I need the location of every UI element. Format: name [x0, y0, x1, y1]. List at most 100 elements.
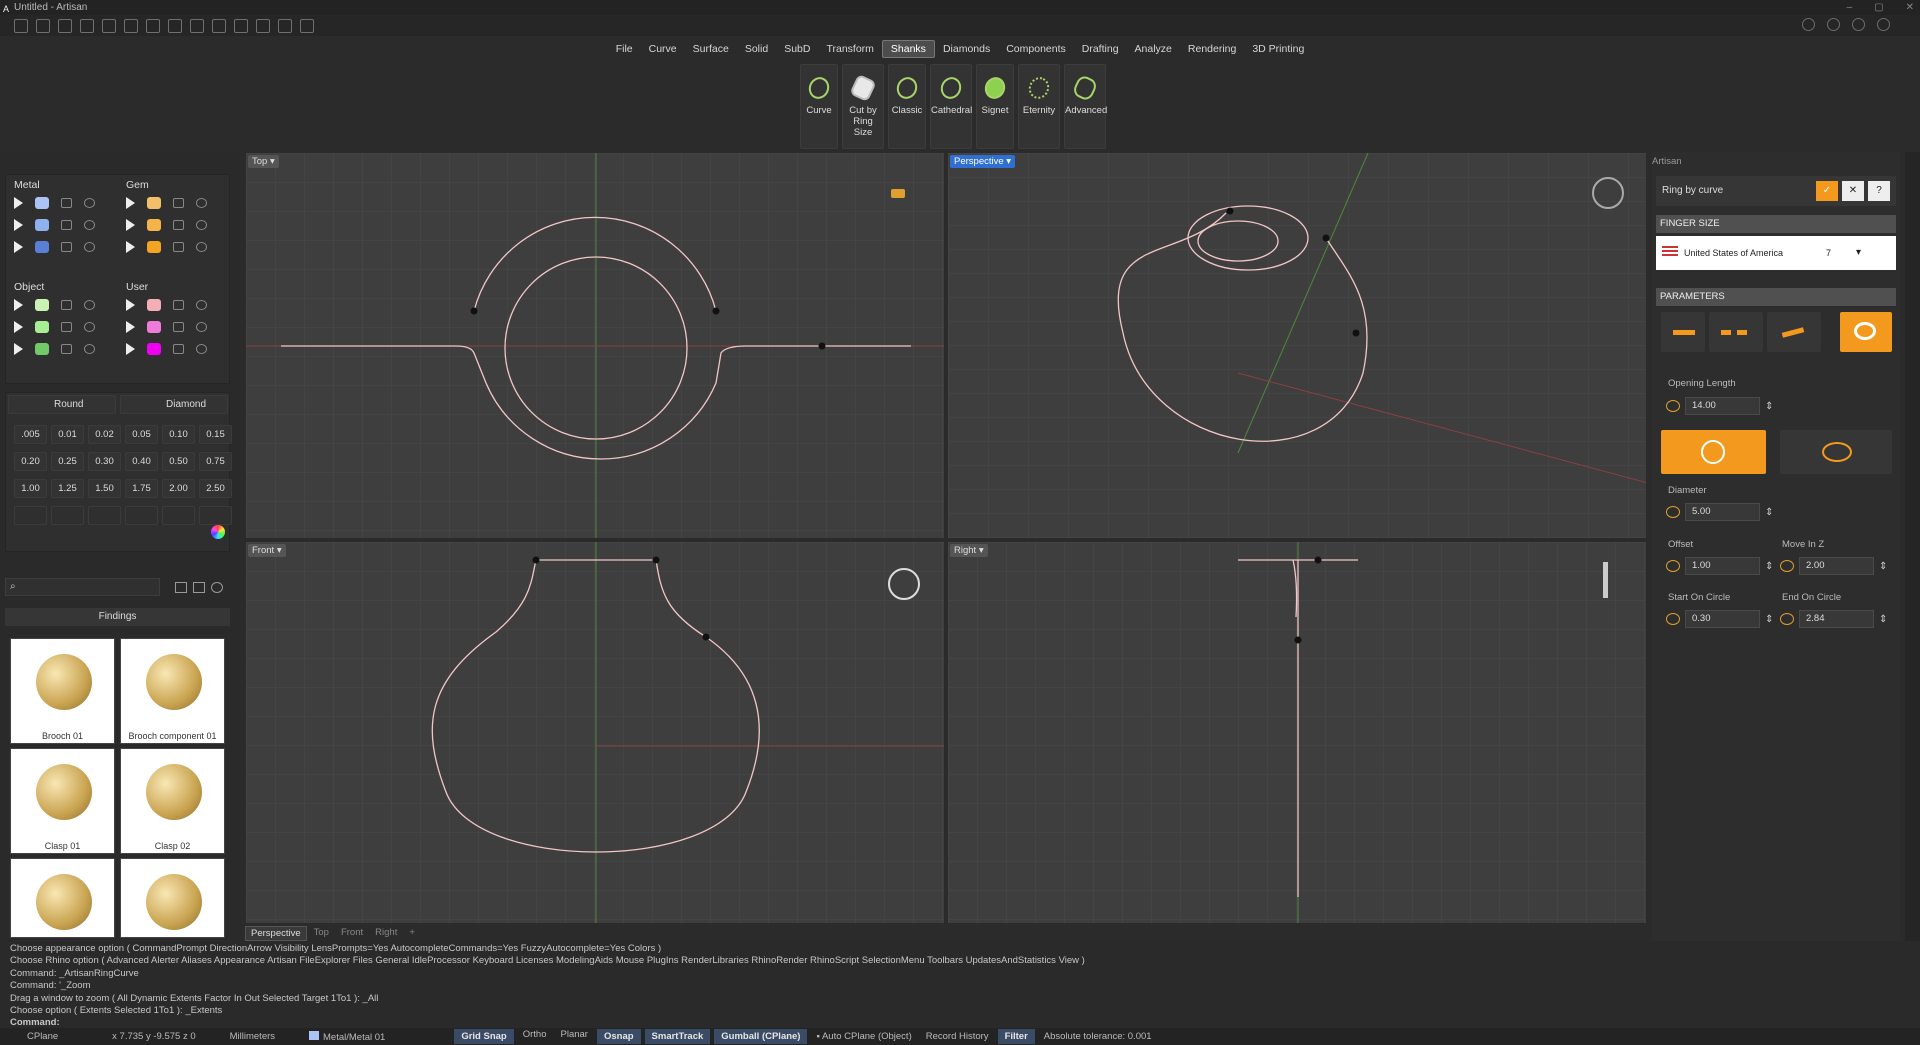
stone-size-button[interactable]: 0.25 — [51, 452, 84, 471]
stone-size-button[interactable]: 0.75 — [199, 452, 232, 471]
play-icon[interactable] — [14, 241, 23, 253]
layer-color-swatch[interactable] — [147, 343, 161, 355]
layer-row[interactable] — [14, 297, 95, 313]
lock-icon[interactable] — [61, 322, 72, 332]
save-as-icon[interactable] — [168, 18, 182, 33]
folder-icon[interactable] — [175, 582, 187, 593]
menu-curve[interactable]: Curve — [641, 41, 685, 57]
signet-button[interactable]: Signet — [976, 64, 1014, 149]
stone-cut-button[interactable] — [51, 506, 84, 525]
filter-toggle[interactable]: Filter — [997, 1029, 1035, 1044]
play-icon[interactable] — [126, 299, 135, 311]
layer-row[interactable] — [14, 195, 95, 211]
perspective-viewport-tab[interactable]: Perspective ▾ — [950, 155, 1016, 168]
diameter-field[interactable]: 5.00 ⇕ — [1666, 502, 1773, 522]
stone-size-button[interactable]: 1.25 — [51, 479, 84, 498]
stepper-icon[interactable]: ⇕ — [1765, 561, 1773, 572]
save-icon[interactable] — [146, 18, 160, 33]
library-item[interactable] — [10, 858, 115, 938]
lock-icon[interactable] — [61, 300, 72, 310]
oval-shape-button[interactable] — [1780, 430, 1892, 474]
layer-row[interactable] — [14, 319, 95, 335]
stone-size-button[interactable]: 0.40 — [125, 452, 158, 471]
undo-icon[interactable] — [102, 18, 116, 33]
play-icon[interactable] — [14, 299, 23, 311]
library-item[interactable]: Brooch component 01 — [120, 638, 225, 744]
stepper-icon[interactable]: ⇕ — [1765, 614, 1773, 625]
classic-button[interactable]: Classic — [888, 64, 926, 149]
status-toggle[interactable]: SmartTrack — [644, 1029, 711, 1044]
move-in-z-field[interactable]: 2.00 ⇕ — [1780, 556, 1887, 576]
eye-icon[interactable] — [84, 198, 95, 208]
help-icon[interactable] — [1852, 18, 1865, 31]
eye-icon[interactable] — [196, 344, 207, 354]
layer-color-swatch[interactable] — [35, 197, 49, 209]
ring-tool-icon[interactable] — [234, 18, 248, 33]
eye-icon[interactable] — [84, 344, 95, 354]
stone-size-button[interactable]: 0.15 — [199, 425, 232, 444]
menu-components[interactable]: Components — [998, 41, 1074, 57]
layer-color-swatch[interactable] — [147, 241, 161, 253]
layer-color-swatch[interactable] — [147, 299, 161, 311]
eye-icon[interactable] — [196, 242, 207, 252]
library-search-input[interactable]: ⌕ — [5, 578, 160, 596]
stepper-icon[interactable]: ⇕ — [1765, 401, 1773, 412]
eye-icon[interactable] — [84, 322, 95, 332]
menu-rendering[interactable]: Rendering — [1180, 41, 1244, 57]
cathedral-button[interactable]: Cathedral — [930, 64, 972, 149]
stone-size-button[interactable]: .005 — [14, 425, 47, 444]
parameters-section[interactable]: PARAMETERS — [1656, 288, 1896, 306]
stone-cut-button[interactable] — [14, 506, 47, 525]
menu-shanks[interactable]: Shanks — [881, 40, 935, 58]
menu-diamonds[interactable]: Diamonds — [935, 41, 998, 57]
tab-right[interactable]: Right — [370, 926, 402, 941]
play-icon[interactable] — [14, 219, 23, 231]
color-wheel-icon[interactable] — [211, 525, 225, 539]
lock-icon[interactable] — [173, 220, 184, 230]
close-icon[interactable]: ✕ — [1906, 0, 1914, 15]
curve-button[interactable]: Curve — [800, 64, 838, 149]
stone-size-button[interactable]: 0.50 — [162, 452, 195, 471]
offset-field[interactable]: 1.00 ⇕ — [1666, 556, 1773, 576]
stone-cut-button[interactable] — [162, 506, 195, 525]
eye-icon[interactable] — [196, 198, 207, 208]
layer-color-swatch[interactable] — [35, 219, 49, 231]
cut-by-ring-size-button[interactable]: Cut by Ring Size — [842, 64, 884, 149]
layer-color-swatch[interactable] — [35, 321, 49, 333]
stone-cut-button[interactable] — [199, 506, 232, 525]
status-toggle[interactable]: Grid Snap — [454, 1029, 514, 1044]
gem-tool-icon[interactable] — [256, 18, 270, 33]
status-toggle[interactable]: Gumball (CPlane) — [714, 1029, 808, 1044]
layer-color-swatch[interactable] — [35, 343, 49, 355]
redo-icon[interactable] — [124, 18, 138, 33]
play-icon[interactable] — [126, 321, 135, 333]
eternity-button[interactable]: Eternity — [1018, 64, 1060, 149]
stone-size-button[interactable]: 1.00 — [14, 479, 47, 498]
eye-icon[interactable] — [196, 220, 207, 230]
play-icon[interactable] — [14, 321, 23, 333]
lock-icon[interactable] — [173, 322, 184, 332]
end-on-circle-field[interactable]: 2.84 ⇕ — [1780, 609, 1887, 629]
finger-size-selector[interactable]: United States of America 7 ▾ — [1656, 236, 1896, 270]
help-button[interactable]: ? — [1868, 181, 1890, 201]
play-icon[interactable] — [126, 241, 135, 253]
eye-icon[interactable] — [196, 322, 207, 332]
stone-cut-button[interactable] — [125, 506, 158, 525]
play-icon[interactable] — [126, 219, 135, 231]
advanced-button[interactable]: Advanced — [1064, 64, 1107, 149]
setting-tool-icon[interactable] — [278, 18, 292, 33]
right-viewport-tab[interactable]: Right ▾ — [950, 544, 988, 557]
add-viewport-button[interactable]: + — [404, 926, 420, 941]
layer-row[interactable] — [126, 195, 207, 211]
finger-size-section[interactable]: FINGER SIZE — [1656, 215, 1896, 233]
play-icon[interactable] — [14, 197, 23, 209]
stone-size-button[interactable]: 2.00 — [162, 479, 195, 498]
stone-size-button[interactable]: 0.02 — [88, 425, 121, 444]
chevron-down-icon[interactable]: ▾ — [1856, 247, 1861, 258]
stone-size-button[interactable]: 0.05 — [125, 425, 158, 444]
library-category-select[interactable]: Findings — [5, 608, 230, 626]
loop-opening-button[interactable] — [1840, 312, 1892, 352]
start-on-circle-field[interactable]: 0.30 ⇕ — [1666, 609, 1773, 629]
layer-row[interactable] — [126, 341, 207, 357]
add-folder-icon[interactable] — [193, 582, 205, 593]
